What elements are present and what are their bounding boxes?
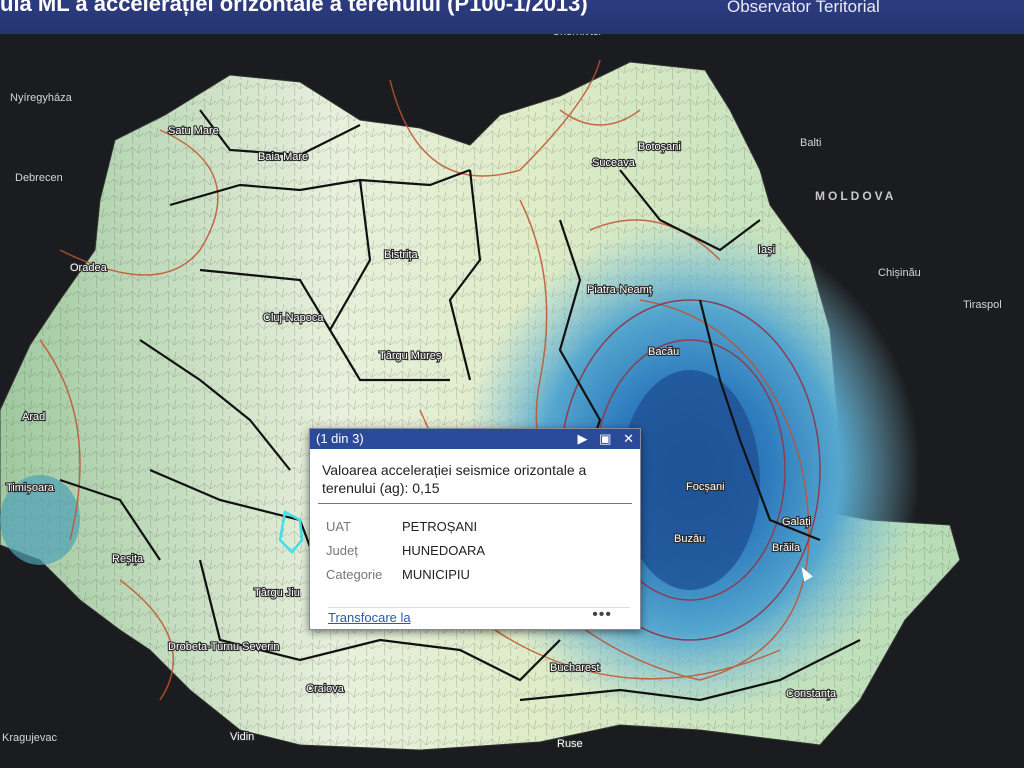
city-label: Oradea xyxy=(70,262,108,274)
city-label: Ruse xyxy=(557,738,583,750)
feature-popup[interactable]: (1 din 3) ▶ ▣ ✕ Valoarea accelerației se… xyxy=(309,428,641,630)
city-label: Cluj-Napoca xyxy=(263,312,324,324)
attribute-row: Categorie MUNICIPIU xyxy=(326,562,485,586)
city-label: Baia Mare xyxy=(258,151,308,163)
city-label: Constanța xyxy=(786,688,837,700)
attribute-value: PETROȘANI xyxy=(402,518,478,534)
play-icon[interactable]: ▶ xyxy=(578,431,588,446)
city-label: Galați xyxy=(782,516,811,528)
city-label: Suceava xyxy=(592,157,636,169)
city-label: Târgu Mureș xyxy=(379,350,442,362)
city-label: Timișoara xyxy=(6,482,55,494)
place-label: Kragujevac xyxy=(2,732,58,744)
place-label: Debrecen xyxy=(15,172,63,184)
city-label: Târgu Jiu xyxy=(254,587,300,599)
city-label: Focșani xyxy=(686,481,725,493)
popup-counter: (1 din 3) xyxy=(316,431,364,446)
brand-label: Observator Teritorial xyxy=(727,0,880,16)
city-label: Bistrița xyxy=(384,249,419,261)
map-view[interactable]: Satu Mare Baia Mare SuceavaBotoșani Oradea B… xyxy=(0,34,1024,768)
place-label: Chișinău xyxy=(878,267,921,279)
attribute-table: UAT PETROȘANI Județ HUNEDOARA Categorie … xyxy=(326,514,485,586)
city-label: Drobeta-Turnu Severin xyxy=(168,641,279,653)
attribute-key: Județ xyxy=(326,542,358,558)
city-label: Iași xyxy=(758,244,775,256)
attribute-key: UAT xyxy=(326,518,352,534)
zoom-to-link[interactable]: Transfocare la xyxy=(328,610,411,625)
city-label: Vidin xyxy=(230,731,254,743)
city-label: Piatra-Neamț xyxy=(587,284,652,296)
city-label: Botoșani xyxy=(638,141,681,153)
more-actions-button[interactable]: ••• xyxy=(592,606,612,624)
attribute-row: UAT PETROȘANI xyxy=(326,514,485,538)
city-label: Bucharest xyxy=(550,662,600,674)
maximize-icon[interactable]: ▣ xyxy=(599,431,611,446)
header-bar: ula ML a accelerației orizontale a teren… xyxy=(0,0,1024,34)
popup-divider xyxy=(318,503,632,504)
city-label: Satu Mare xyxy=(168,125,219,137)
city-label: Arad xyxy=(22,411,45,423)
attribute-value: HUNEDOARA xyxy=(402,542,486,558)
city-label: Craiova xyxy=(306,683,345,695)
place-label: Tiraspol xyxy=(963,299,1002,311)
attribute-row: Județ HUNEDOARA xyxy=(326,538,485,562)
seismic-core-vrancea xyxy=(620,370,760,590)
place-label: Chernivtsi xyxy=(552,34,601,38)
city-label: Reșița xyxy=(112,553,144,565)
attribute-key: Categorie xyxy=(326,566,383,582)
place-label: Nyíregyháza xyxy=(10,92,73,104)
popup-footer: Transfocare la ••• xyxy=(328,606,630,626)
city-label: Bacău xyxy=(648,346,679,358)
city-label: Brăila xyxy=(772,542,801,554)
app-window: ula ML a accelerației orizontale a teren… xyxy=(0,0,1024,768)
popup-header: (1 din 3) ▶ ▣ ✕ xyxy=(310,429,640,449)
city-label: Buzău xyxy=(674,533,705,545)
close-icon[interactable]: ✕ xyxy=(623,431,634,446)
popup-title: Valoarea accelerației seismice orizontal… xyxy=(322,462,587,496)
place-label: Balti xyxy=(800,137,821,149)
moldova-label: MOLDOVA xyxy=(815,189,896,203)
attribute-value: MUNICIPIU xyxy=(402,566,470,582)
map-title: ula ML a accelerației orizontale a teren… xyxy=(0,0,588,16)
